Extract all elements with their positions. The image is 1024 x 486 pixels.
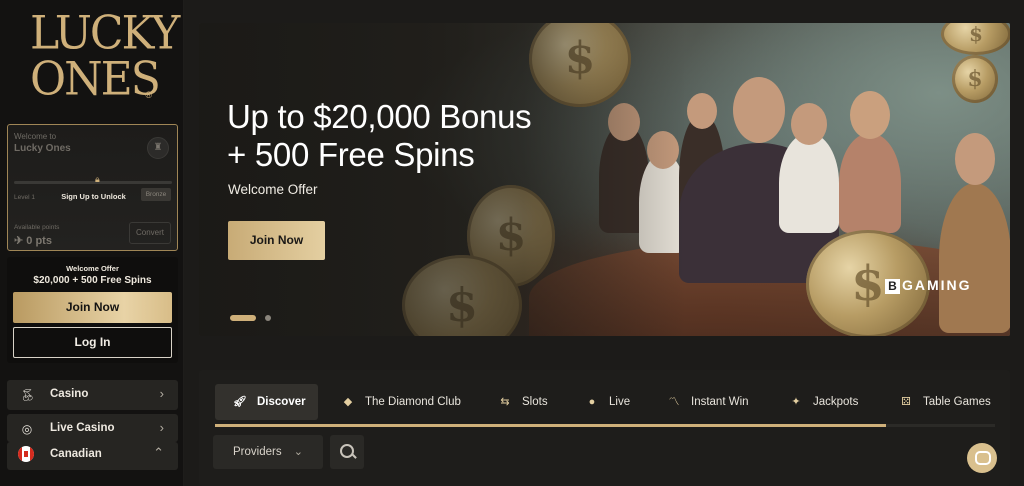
offer-text: $20,000 + 500 Free Spins: [33, 275, 152, 286]
tab-slots[interactable]: ⇆ Slots: [498, 384, 548, 420]
search-icon[interactable]: [330, 435, 364, 469]
sidebar-item-label: Casino: [50, 388, 89, 400]
tab-live[interactable]: ● Live: [585, 384, 630, 420]
trend-icon: 〽: [668, 396, 680, 408]
registered-mark: ®: [145, 90, 152, 100]
points-value: ✈ 0 pts: [14, 234, 52, 247]
slots-icon: ⇆: [500, 396, 510, 408]
tabs-scroll-fill: [215, 424, 886, 427]
sidebar-item-label: Live Casino: [50, 422, 115, 434]
plane-icon: ✈: [14, 235, 27, 247]
dice-icon: ⚄: [901, 396, 911, 408]
chip-icon: ◎: [21, 422, 33, 436]
loyalty-card: Welcome to Lucky Ones ♜ 🔒︎ Sign Up to Un…: [7, 124, 178, 251]
region-label: Canadian: [50, 448, 102, 460]
category-bar: 🚀︎ Discover ◆ The Diamond Club ⇆ Slots ● Liv…: [199, 370, 1010, 486]
lock-icon: 🔒︎: [95, 174, 100, 184]
tab-label: Discover: [257, 396, 306, 408]
join-now-button[interactable]: Join Now: [13, 292, 172, 323]
provider-logo-text: GAMING: [902, 277, 972, 293]
available-points-label: Available points: [14, 224, 60, 231]
tier-badge: Bronze: [141, 188, 171, 201]
chevron-right-icon: ›: [159, 386, 164, 401]
provider-logo-letter: B: [885, 279, 900, 294]
tab-label: Slots: [522, 396, 548, 408]
convert-button[interactable]: Convert: [129, 222, 171, 244]
tabs-scroll-track: [215, 424, 995, 427]
loyalty-level: Level 1: [14, 194, 35, 201]
logo-line-2: ONES: [30, 52, 161, 107]
points-text: 0 pts: [26, 235, 52, 247]
live-icon: ●: [588, 396, 596, 408]
tab-discover[interactable]: 🚀︎ Discover: [215, 384, 318, 420]
hero-title-line-2: + 500 Free Spins: [227, 136, 475, 173]
category-tabs: 🚀︎ Discover ◆ The Diamond Club ⇆ Slots ● Liv…: [215, 384, 995, 420]
tab-label: Live: [609, 396, 631, 408]
carousel-dot-active[interactable]: [230, 315, 256, 321]
diamond-icon: ◆: [343, 396, 353, 408]
chevron-down-icon: ⌄: [293, 446, 303, 458]
sidebar-item-casino[interactable]: 🍒︎ Casino ›: [7, 380, 178, 410]
hero-title: Up to $20,000 Bonus + 500 Free Spins: [227, 98, 532, 174]
tab-label: Instant Win: [691, 396, 749, 408]
carousel-dot[interactable]: [265, 315, 271, 321]
rocket-icon: 🚀︎: [233, 396, 247, 408]
tab-instant-win[interactable]: 〽 Instant Win: [667, 384, 749, 420]
hero-join-now-button[interactable]: Join Now: [228, 221, 325, 260]
provider-logo: B GAMING: [885, 277, 972, 294]
sidebar: LUCKY ONES ® Welcome to Lucky Ones ♜ 🔒︎ …: [0, 0, 184, 486]
sparkle-icon: ✦: [791, 396, 801, 408]
hero-title-line-1: Up to $20,000 Bonus: [227, 98, 532, 135]
offer-label: Welcome Offer: [66, 264, 119, 273]
loyalty-welcome: Welcome to: [14, 132, 57, 141]
hero-subtitle: Welcome Offer: [228, 182, 318, 197]
tab-table-games[interactable]: ⚄ Table Games: [899, 384, 991, 420]
logo-line-1: LUCKY: [30, 6, 180, 61]
tab-label: The Diamond Club: [365, 396, 461, 408]
chevron-up-icon: ⌃: [153, 445, 164, 460]
providers-dropdown[interactable]: Providers ⌄: [213, 435, 323, 469]
tab-label: Jackpots: [813, 396, 859, 408]
welcome-offer-box: Welcome Offer $20,000 + 500 Free Spins J…: [7, 257, 178, 363]
chevron-right-icon: ›: [159, 420, 164, 435]
tab-label: Table Games: [923, 396, 991, 408]
lucky-ones-logo[interactable]: LUCKY ONES ®: [30, 6, 180, 107]
log-in-button[interactable]: Log In: [13, 327, 172, 358]
tab-diamond-club[interactable]: ◆ The Diamond Club: [341, 384, 461, 420]
canada-flag-icon: [18, 446, 34, 462]
sidebar-item-live-casino[interactable]: ◎ Live Casino ›: [7, 414, 178, 442]
loyalty-name: Lucky Ones: [14, 143, 71, 154]
hero-banner[interactable]: Up to $20,000 Bonus + 500 Free Spins Wel…: [199, 23, 1010, 336]
cherries-icon: 🍒︎: [20, 388, 36, 402]
loyalty-progress-bar: [14, 181, 172, 184]
tab-jackpots[interactable]: ✦ Jackpots: [789, 384, 858, 420]
chat-support-icon[interactable]: [967, 443, 997, 473]
providers-label: Providers: [233, 446, 282, 458]
level-badge-icon: ♜: [147, 137, 169, 159]
